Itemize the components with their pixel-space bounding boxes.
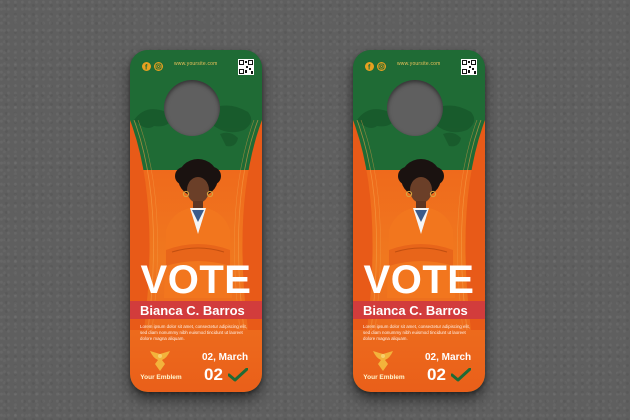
- header-row: f www.yoursite.com: [130, 50, 262, 86]
- election-date: 02, March: [425, 352, 472, 363]
- door-hanger-right: f www.yoursite.com VOTE Bianca C. Barros…: [353, 50, 485, 392]
- description-text: Lorem ipsum dolor sit amet, consectetur …: [363, 324, 470, 341]
- candidate-name: Bianca C. Barros: [140, 303, 245, 318]
- website-url: www.yoursite.com: [174, 61, 218, 67]
- checkmark-icon: [228, 368, 248, 382]
- instagram-icon: [377, 62, 386, 71]
- election-date: 02, March: [202, 352, 249, 363]
- vote-title: VOTE: [363, 258, 475, 302]
- svg-text:f: f: [145, 64, 148, 71]
- facebook-icon: f: [142, 62, 151, 71]
- door-hanger-left: f www.yoursite.com VOTE Bianca C. Barros…: [130, 50, 262, 392]
- candidate-name: Bianca C. Barros: [363, 303, 468, 318]
- description-text: Lorem ipsum dolor sit amet, consectetur …: [140, 324, 247, 341]
- door-handle-hole: [164, 80, 220, 136]
- facebook-icon: f: [365, 62, 374, 71]
- emblem-label: Your Emblem: [140, 374, 182, 381]
- emblem-label: Your Emblem: [363, 374, 405, 381]
- website-url: www.yoursite.com: [397, 61, 441, 67]
- checkmark-icon: [451, 368, 471, 382]
- header-row: f www.yoursite.com: [353, 50, 485, 86]
- qr-code-icon: [238, 59, 254, 75]
- ballot-number: 02: [204, 365, 223, 384]
- eagle-emblem-icon: [150, 351, 170, 371]
- qr-code-icon: [461, 59, 477, 75]
- svg-text:f: f: [368, 64, 371, 71]
- ballot-number: 02: [427, 365, 446, 384]
- vote-title: VOTE: [140, 258, 252, 302]
- instagram-icon: [154, 62, 163, 71]
- door-handle-hole: [387, 80, 443, 136]
- eagle-emblem-icon: [373, 351, 393, 371]
